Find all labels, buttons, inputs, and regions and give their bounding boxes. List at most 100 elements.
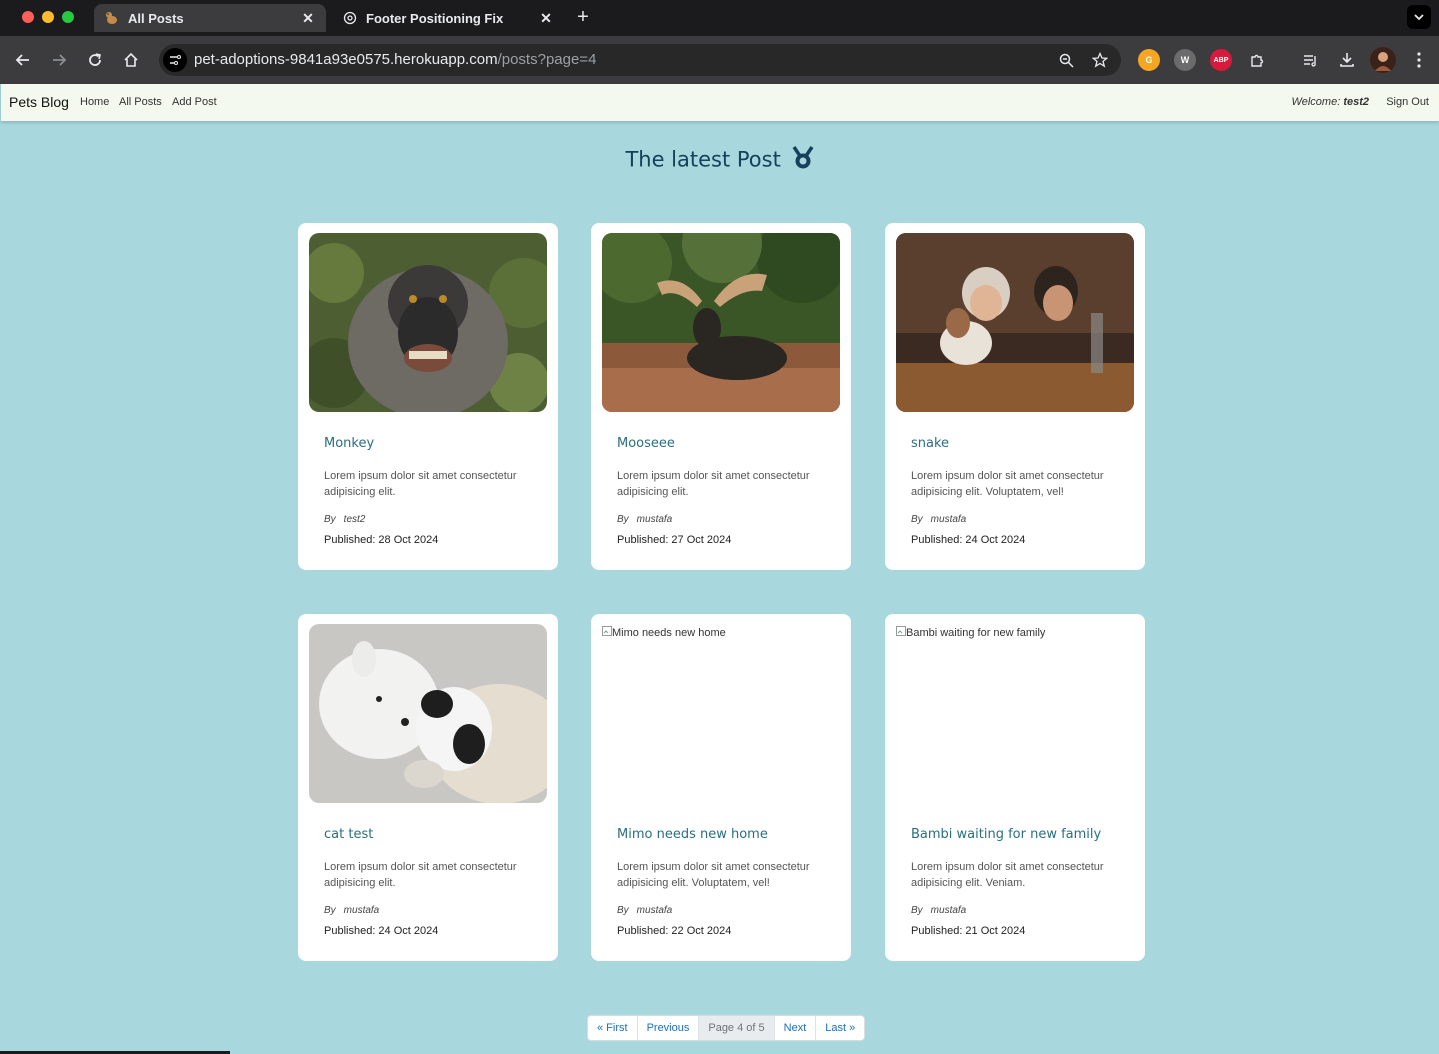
- browser-window: All Posts ✕ Footer Positioning Fix ✕ + p…: [0, 0, 1439, 1054]
- pagination: « First Previous Page 4 of 5 Next Last »: [587, 1015, 866, 1041]
- minimize-window-button[interactable]: [42, 11, 54, 23]
- nav-link-home[interactable]: Home: [80, 96, 109, 108]
- arrow-right-icon: [53, 54, 67, 66]
- url-path: /posts?page=4: [497, 51, 597, 68]
- post-byline: By mustafa: [911, 514, 966, 525]
- post-description: Lorem ipsum dolor sit amet consectetur a…: [911, 470, 1104, 498]
- nav-link-all-posts[interactable]: All Posts: [119, 96, 162, 108]
- broken-image-icon: [896, 626, 906, 636]
- maximize-window-button[interactable]: [62, 11, 74, 23]
- post-published-date: Published: 24 Oct 2024: [911, 534, 1026, 546]
- pagination-next[interactable]: Next: [773, 1016, 816, 1040]
- url-text: pet-adoptions-9841a93e0575.herokuapp.com…: [194, 51, 596, 68]
- post-title[interactable]: Bambi waiting for new family: [911, 827, 1101, 842]
- nav-link-add-post[interactable]: Add Post: [172, 96, 217, 108]
- pagination-current: Page 4 of 5: [698, 1016, 774, 1040]
- post-published-date: Published: 24 Oct 2024: [324, 925, 439, 937]
- post-card[interactable]: cat test Lorem ipsum dolor sit amet cons…: [298, 614, 558, 961]
- tab-strip: All Posts ✕ Footer Positioning Fix ✕ +: [0, 0, 1439, 36]
- tab-search-button[interactable]: [1407, 5, 1431, 29]
- tab-title: Footer Positioning Fix: [366, 10, 504, 26]
- post-image[interactable]: [309, 233, 547, 412]
- post-author: mustafa: [636, 905, 673, 916]
- post-title[interactable]: Monkey: [324, 436, 374, 451]
- post-author: mustafa: [930, 905, 967, 916]
- site-info-icon[interactable]: [163, 48, 187, 72]
- brand-link[interactable]: Pets Blog: [9, 94, 69, 110]
- pagination-first[interactable]: « First: [588, 1016, 637, 1040]
- forward-button[interactable]: [47, 48, 71, 72]
- wakatime-extension-icon[interactable]: W: [1174, 49, 1196, 71]
- zoom-icon[interactable]: [1055, 49, 1077, 71]
- adblock-plus-extension-icon[interactable]: ABP: [1210, 49, 1232, 71]
- download-icon[interactable]: [1336, 49, 1358, 71]
- post-byline: By mustafa: [617, 514, 672, 525]
- welcome-username: test2: [1343, 96, 1369, 108]
- post-card[interactable]: snake Lorem ipsum dolor sit amet consect…: [885, 223, 1145, 570]
- post-byline: By test2: [324, 514, 365, 525]
- post-author: mustafa: [930, 514, 967, 525]
- image-alt-text: Mimo needs new home: [612, 627, 726, 639]
- post-card[interactable]: Mimo needs new home Mimo needs new home …: [591, 614, 851, 961]
- post-card[interactable]: Monkey Lorem ipsum dolor sit amet consec…: [298, 223, 558, 570]
- pagination-last[interactable]: Last »: [815, 1016, 864, 1040]
- post-description: Lorem ipsum dolor sit amet consectetur a…: [324, 470, 517, 498]
- sign-out-link[interactable]: Sign Out: [1386, 96, 1429, 108]
- address-bar[interactable]: pet-adoptions-9841a93e0575.herokuapp.com…: [159, 44, 1121, 76]
- close-icon[interactable]: ✕: [538, 10, 554, 26]
- close-window-button[interactable]: [22, 11, 34, 23]
- post-image[interactable]: [602, 233, 840, 412]
- by-label: By: [617, 905, 629, 916]
- home-icon: [124, 52, 138, 67]
- post-description: Lorem ipsum dolor sit amet consectetur a…: [911, 861, 1104, 889]
- post-card[interactable]: Bambi waiting for new family Bambi waiti…: [885, 614, 1145, 961]
- post-description: Lorem ipsum dolor sit amet consectetur a…: [324, 861, 517, 889]
- reload-icon: [89, 53, 101, 66]
- tab-title: All Posts: [128, 10, 184, 26]
- broken-image-alt-text[interactable]: Bambi waiting for new family: [896, 626, 1045, 639]
- broken-image-alt-text[interactable]: Mimo needs new home: [602, 626, 726, 639]
- image-alt-text: Bambi waiting for new family: [906, 627, 1046, 639]
- pagination-previous[interactable]: Previous: [636, 1016, 699, 1040]
- post-byline: By mustafa: [324, 905, 379, 916]
- welcome-text: Welcome: test2: [1292, 96, 1369, 108]
- browser-toolbar: pet-adoptions-9841a93e0575.herokuapp.com…: [0, 36, 1439, 84]
- post-image[interactable]: [309, 624, 547, 803]
- browser-menu-icon[interactable]: [1408, 49, 1430, 71]
- post-card[interactable]: Mooseee Lorem ipsum dolor sit amet conse…: [591, 223, 851, 570]
- chevron-down-icon: [1414, 14, 1424, 21]
- tab-all-posts[interactable]: All Posts ✕: [94, 4, 326, 32]
- post-published-date: Published: 28 Oct 2024: [324, 534, 439, 546]
- by-label: By: [617, 514, 629, 525]
- home-button[interactable]: [119, 48, 143, 72]
- reload-button[interactable]: [83, 48, 107, 72]
- post-byline: By mustafa: [617, 905, 672, 916]
- post-author: mustafa: [343, 905, 380, 916]
- post-title[interactable]: Mimo needs new home: [617, 827, 768, 842]
- media-controls-icon[interactable]: [1300, 49, 1322, 71]
- arrow-left-icon: [15, 54, 29, 66]
- post-image[interactable]: [896, 233, 1134, 412]
- post-description: Lorem ipsum dolor sit amet consectetur a…: [617, 470, 810, 498]
- post-title[interactable]: Mooseee: [617, 436, 675, 451]
- extensions-puzzle-icon[interactable]: [1246, 49, 1268, 71]
- new-tab-button[interactable]: +: [572, 6, 594, 28]
- post-byline: By mustafa: [911, 905, 966, 916]
- welcome-label: Welcome:: [1291, 96, 1341, 108]
- post-title[interactable]: snake: [911, 436, 949, 451]
- by-label: By: [911, 905, 923, 916]
- site-navbar: Pets Blog Home All Posts Add Post Welcom…: [1, 84, 1439, 121]
- close-icon[interactable]: ✕: [300, 10, 316, 26]
- grammarly-extension-icon[interactable]: G: [1138, 49, 1160, 71]
- back-button[interactable]: [11, 48, 35, 72]
- profile-avatar[interactable]: [1370, 47, 1396, 73]
- by-label: By: [324, 905, 336, 916]
- post-title[interactable]: cat test: [324, 827, 373, 842]
- openai-icon: [342, 10, 358, 26]
- tab-footer-positioning-fix[interactable]: Footer Positioning Fix ✕: [332, 4, 564, 32]
- url-host: pet-adoptions-9841a93e0575.herokuapp.com: [194, 51, 498, 68]
- bookmark-star-icon[interactable]: [1089, 49, 1111, 71]
- post-published-date: Published: 22 Oct 2024: [617, 925, 732, 937]
- post-author: mustafa: [636, 514, 673, 525]
- by-label: By: [324, 514, 336, 525]
